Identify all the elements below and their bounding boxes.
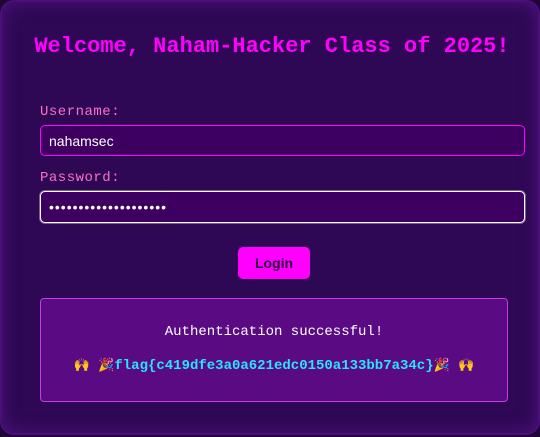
flag-row: 🙌 🎉flag{c419dfe3a0a621edc0150a133bb7a34c…: [41, 357, 507, 375]
result-panel: Authentication successful! 🙌 🎉flag{c419d…: [40, 298, 508, 402]
flag-value: flag{c419dfe3a0a621edc0150a133bb7a34c}: [114, 358, 434, 374]
party-popper-icon: 🎉: [433, 358, 450, 373]
login-card: Welcome, Naham-Hacker Class of 2025! Use…: [0, 0, 540, 435]
username-input[interactable]: [40, 125, 525, 156]
password-label: Password:: [40, 170, 121, 186]
password-input[interactable]: [40, 191, 525, 223]
auth-success-message: Authentication successful!: [164, 324, 384, 340]
raised-hands-icon: 🙌: [458, 358, 475, 373]
login-button[interactable]: Login: [238, 247, 310, 279]
page-title: Welcome, Naham-Hacker Class of 2025!: [34, 34, 510, 59]
username-label: Username:: [40, 104, 121, 120]
party-popper-icon: 🎉: [98, 358, 115, 373]
raised-hands-icon: 🙌: [73, 358, 90, 373]
